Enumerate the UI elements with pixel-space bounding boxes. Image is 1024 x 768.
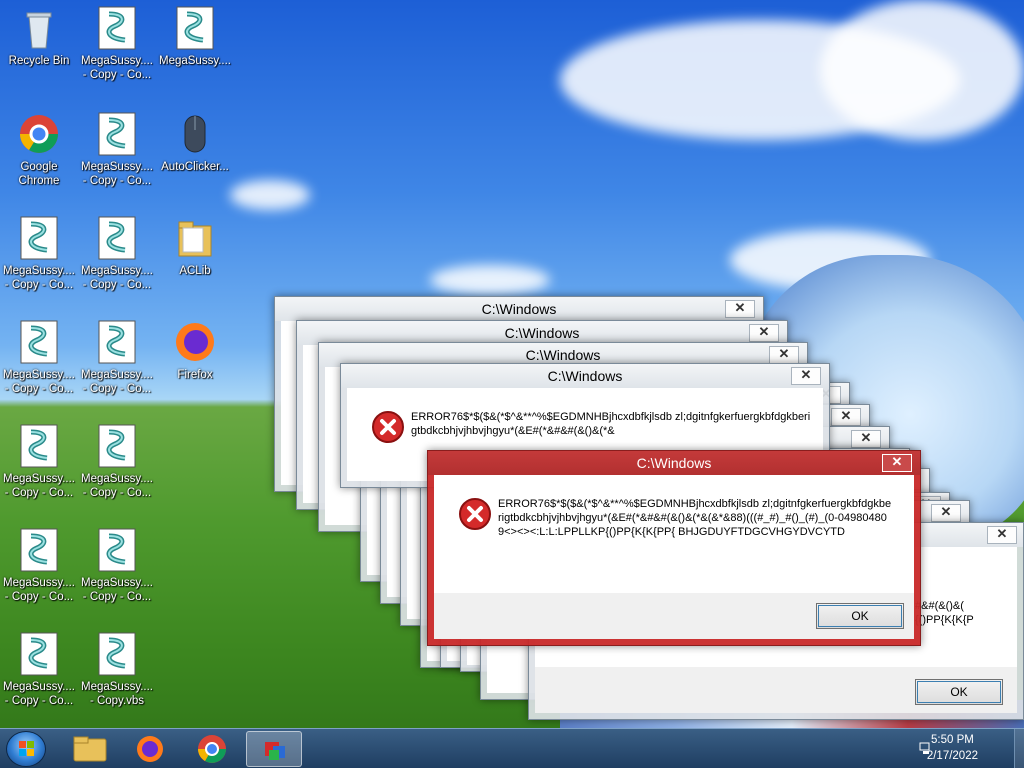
dialog-message: ERROR76$*$($&(*$^&**^%$EGDMNHBjhcxdbfkjl… <box>498 498 892 538</box>
desktop-icon[interactable]: MegaSussy.... - Copy.vbs <box>78 630 156 708</box>
desktop-icon[interactable]: MegaSussy.... <box>156 4 234 68</box>
desktop-icon-label: AutoClicker... <box>161 161 229 173</box>
dialog-title: C:\Windows <box>481 301 557 317</box>
close-button[interactable]: ✕ <box>791 367 821 385</box>
error-icon <box>459 498 491 530</box>
vbs-script-icon <box>17 526 61 574</box>
close-button[interactable]: ✕ <box>987 526 1017 544</box>
close-button[interactable]: ✕ <box>882 454 912 472</box>
ok-button[interactable]: OK <box>915 679 1003 705</box>
desktop-icon-label: MegaSussy.... - Copy - Co... <box>2 473 75 499</box>
desktop-icon-label: ACLib <box>179 265 211 277</box>
chrome-icon <box>17 110 61 158</box>
dialog-title: C:\Windows <box>504 325 580 341</box>
windows-logo-icon <box>19 741 34 756</box>
dialog-message-partial: #&#(&()&( {()PP{K{K{P <box>915 600 974 626</box>
ok-button[interactable]: OK <box>816 603 904 629</box>
vbs-script-icon <box>95 318 139 366</box>
dialog-titlebar[interactable]: C:\Windows ✕ <box>275 297 763 321</box>
vbs-script-icon <box>17 630 61 678</box>
firefox-icon <box>137 736 163 762</box>
desktop-icon-label: MegaSussy.... - Copy - Co... <box>2 681 75 707</box>
desktop-icon[interactable]: MegaSussy.... - Copy - Co... <box>0 526 78 604</box>
taskbar-vbscript-app[interactable] <box>246 731 302 767</box>
desktop-icon[interactable]: MegaSussy.... - Copy - Co... <box>0 214 78 292</box>
dialog-title: C:\Windows <box>636 455 712 471</box>
desktop-icon[interactable]: MegaSussy.... - Copy - Co... <box>78 422 156 500</box>
desktop-icon-label: Google Chrome <box>18 161 60 187</box>
close-button[interactable]: ✕ <box>725 300 755 318</box>
close-button[interactable]: ✕ <box>749 324 779 342</box>
chrome-icon <box>198 735 226 763</box>
desktop-icon-label: Firefox <box>177 369 213 381</box>
close-button[interactable]: ✕ <box>851 430 881 448</box>
desktop-icon[interactable]: ACLib <box>156 214 234 278</box>
dialog-title: C:\Windows <box>525 347 601 363</box>
vbs-script-icon <box>95 214 139 262</box>
desktop-icon-label: MegaSussy.... - Copy - Co... <box>80 161 153 187</box>
desktop-icon[interactable]: MegaSussy.... - Copy - Co... <box>0 630 78 708</box>
clock-date: 2/17/2022 <box>926 750 978 762</box>
start-button[interactable] <box>6 731 46 767</box>
desktop-icon[interactable]: MegaSussy.... - Copy - Co... <box>78 526 156 604</box>
desktop-icon[interactable]: AutoClicker... <box>156 110 234 174</box>
vbs-script-icon <box>95 422 139 470</box>
show-desktop-button[interactable] <box>1014 729 1024 768</box>
vbs-script-icon <box>17 214 61 262</box>
desktop-icon[interactable]: Recycle Bin <box>0 4 78 68</box>
wallpaper-cloud <box>230 180 310 210</box>
desktop-icon-label: MegaSussy.... - Copy - Co... <box>80 369 153 395</box>
desktop-icon[interactable]: MegaSussy.... - Copy - Co... <box>78 318 156 396</box>
desktop-icon-label: Recycle Bin <box>8 55 70 67</box>
system-clock[interactable]: 5:50 PM 2/17/2022 <box>927 732 978 764</box>
wallpaper-cloud <box>430 265 550 295</box>
folder-icon <box>173 214 217 262</box>
dialog-titlebar[interactable]: C:\Windows ✕ <box>341 364 829 388</box>
desktop-icon-label: MegaSussy.... <box>158 55 231 67</box>
wallpaper-cloud <box>820 0 1024 140</box>
desktop-icon[interactable]: MegaSussy.... - Copy - Co... <box>78 4 156 82</box>
vbs-script-icon <box>173 4 217 52</box>
dialog-body: ERROR76$*$($&(*$^&**^%$EGDMNHBjhcxdbfkjl… <box>434 475 914 639</box>
vbs-script-icon <box>95 110 139 158</box>
desktop-icon[interactable]: Firefox <box>156 318 234 382</box>
vbs-script-icon <box>95 4 139 52</box>
desktop-icon[interactable]: MegaSussy.... - Copy - Co... <box>0 318 78 396</box>
close-button[interactable]: ✕ <box>931 504 961 522</box>
desktop-icon[interactable]: MegaSussy.... - Copy - Co... <box>0 422 78 500</box>
desktop-icon-label: MegaSussy.... - Copy.vbs <box>80 681 153 707</box>
vbs-script-icon <box>95 526 139 574</box>
folder-icon <box>73 736 107 762</box>
desktop-icon-label: MegaSussy.... - Copy - Co... <box>80 473 153 499</box>
script-host-icon <box>265 742 285 760</box>
taskbar-file-explorer[interactable] <box>62 731 118 767</box>
desktop-icon[interactable]: Google Chrome <box>0 110 78 188</box>
error-icon <box>372 411 404 443</box>
vbs-script-icon <box>95 630 139 678</box>
desktop-icon-label: MegaSussy.... - Copy - Co... <box>2 369 75 395</box>
vbs-script-icon <box>17 422 61 470</box>
desktop-icon-label: MegaSussy.... - Copy - Co... <box>80 265 153 291</box>
desktop-icon-label: MegaSussy.... - Copy - Co... <box>2 577 75 603</box>
mouse-icon <box>173 110 217 158</box>
desktop-icon[interactable]: MegaSussy.... - Copy - Co... <box>78 110 156 188</box>
close-button[interactable]: ✕ <box>769 346 799 364</box>
error-dialog-front[interactable]: C:\Windows ✕ ERROR76$*$($&(*$^&**^%$EGDM… <box>427 450 921 646</box>
vbs-script-icon <box>17 318 61 366</box>
recycle-bin-icon <box>17 4 61 52</box>
firefox-icon <box>173 318 217 366</box>
taskbar-chrome[interactable] <box>184 731 240 767</box>
close-button[interactable]: ✕ <box>831 408 861 426</box>
taskbar-firefox[interactable] <box>122 731 178 767</box>
desktop-icon-label: MegaSussy.... - Copy - Co... <box>2 265 75 291</box>
clock-time: 5:50 PM <box>931 734 974 746</box>
desktop-icon-label: MegaSussy.... - Copy - Co... <box>80 577 153 603</box>
desktop-icon-label: MegaSussy.... - Copy - Co... <box>80 55 153 81</box>
dialog-title: C:\Windows <box>547 368 623 384</box>
desktop-icon[interactable]: MegaSussy.... - Copy - Co... <box>78 214 156 292</box>
taskbar: 5:50 PM 2/17/2022 <box>0 728 1024 768</box>
dialog-titlebar[interactable]: C:\Windows ✕ <box>428 451 920 475</box>
dialog-message: ERROR76$*$($&(*$^&**^%$EGDMNHBjhcxdbfkjl… <box>411 411 811 437</box>
